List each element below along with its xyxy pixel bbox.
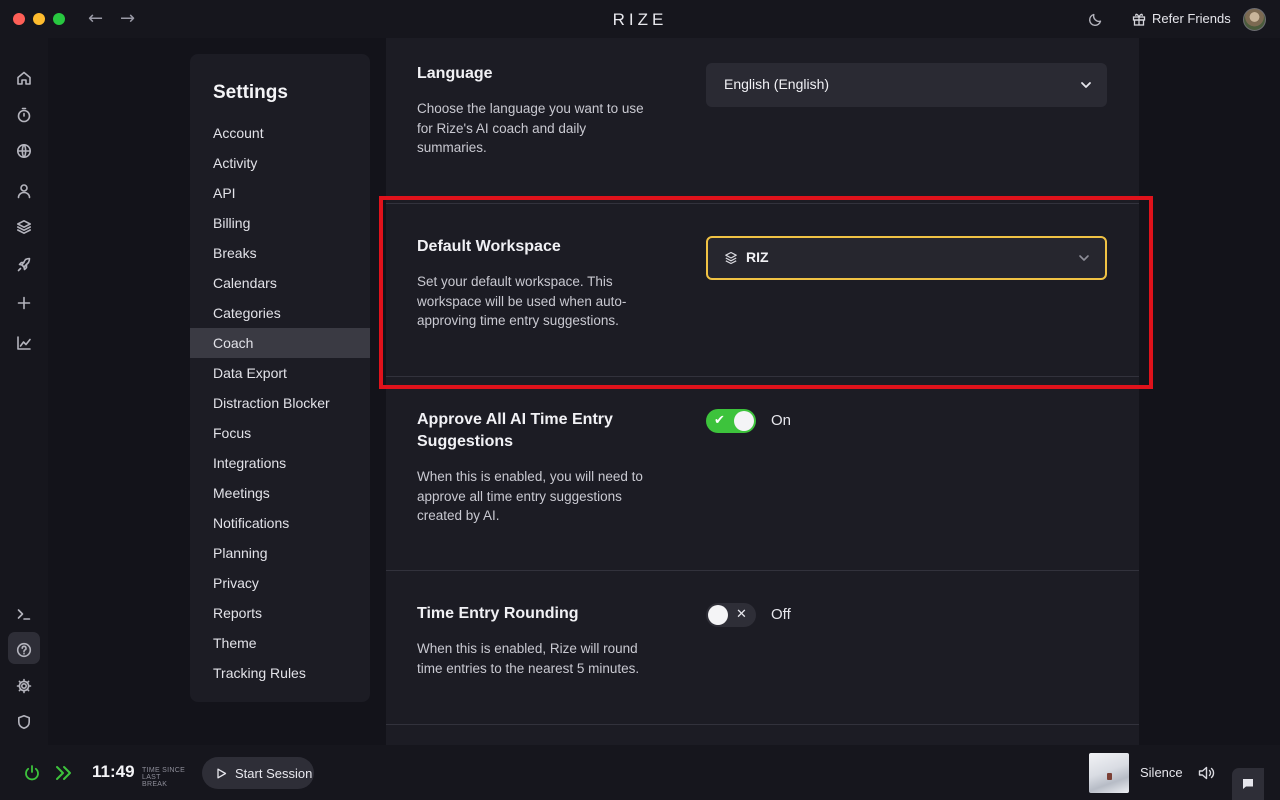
approve-ai-toggle[interactable]: ✔	[706, 409, 756, 433]
settings-item-coach[interactable]: Coach	[190, 328, 370, 358]
language-description: Choose the language you want to use for …	[417, 101, 644, 155]
start-session-label: Start Session	[235, 765, 313, 781]
time-since-break: 11:49	[92, 762, 135, 781]
settings-item-data-export[interactable]: Data Export	[190, 358, 370, 388]
settings-item-integrations[interactable]: Integrations	[190, 448, 370, 478]
moon-icon[interactable]	[1088, 11, 1104, 27]
chat-button[interactable]	[1232, 768, 1264, 800]
settings-item-breaks[interactable]: Breaks	[190, 238, 370, 268]
settings-item-meetings[interactable]: Meetings	[190, 478, 370, 508]
toggle-knob	[708, 605, 728, 625]
timer-icon[interactable]	[14, 105, 34, 125]
power-icon[interactable]	[23, 764, 41, 782]
approve-ai-description: When this is enabled, you will need to a…	[417, 469, 643, 523]
rounding-title: Time Entry Rounding	[417, 605, 579, 622]
avatar[interactable]	[1243, 8, 1266, 31]
settings-item-theme[interactable]: Theme	[190, 628, 370, 658]
shield-icon[interactable]	[14, 712, 34, 732]
time-caption: TIME SINCE LAST BREAK	[142, 767, 188, 788]
settings-item-account[interactable]: Account	[190, 118, 370, 148]
settings-item-reports[interactable]: Reports	[190, 598, 370, 628]
language-select-value: English (English)	[724, 76, 830, 92]
settings-item-api[interactable]: API	[190, 178, 370, 208]
home-icon[interactable]	[14, 68, 34, 88]
soundscape-thumbnail[interactable]	[1089, 753, 1129, 793]
approve-ai-title: Approve All AI Time Entry Suggestions	[417, 411, 613, 450]
terminal-icon[interactable]	[14, 604, 34, 624]
chevron-down-icon	[1081, 82, 1091, 88]
settings-item-notifications[interactable]: Notifications	[190, 508, 370, 538]
time-caption-line-2: LAST BREAK	[142, 774, 168, 788]
settings-item-billing[interactable]: Billing	[190, 208, 370, 238]
check-icon: ✔	[714, 412, 725, 427]
section-divider	[386, 570, 1139, 571]
highlight-box	[379, 196, 1153, 389]
settings-item-calendars[interactable]: Calendars	[190, 268, 370, 298]
settings-item-activity[interactable]: Activity	[190, 148, 370, 178]
gear-icon[interactable]	[14, 676, 34, 696]
bottom-bar	[0, 745, 1280, 800]
refer-friends-button[interactable]: Refer Friends	[1132, 11, 1231, 26]
rounding-description: When this is enabled, Rize will round ti…	[417, 641, 640, 676]
settings-item-focus[interactable]: Focus	[190, 418, 370, 448]
refer-friends-label: Refer Friends	[1152, 11, 1231, 26]
language-select[interactable]: English (English)	[706, 63, 1107, 107]
help-icon[interactable]	[14, 640, 34, 660]
gift-icon	[1132, 13, 1146, 26]
start-session-button[interactable]: Start Session	[202, 757, 314, 789]
rounding-toggle[interactable]: ✕	[706, 603, 756, 627]
speaker-icon[interactable]	[1197, 764, 1215, 782]
play-icon	[217, 768, 227, 778]
language-title: Language	[417, 65, 493, 82]
time-caption-line-1: TIME SINCE	[142, 767, 186, 774]
settings-item-distraction-blocker[interactable]: Distraction Blocker	[190, 388, 370, 418]
sound-label: Silence	[1140, 765, 1183, 780]
layers-icon[interactable]	[14, 217, 34, 237]
settings-item-planning[interactable]: Planning	[190, 538, 370, 568]
settings-item-categories[interactable]: Categories	[190, 298, 370, 328]
user-icon[interactable]	[14, 181, 34, 201]
rounding-state-label: Off	[771, 606, 791, 623]
rocket-icon[interactable]	[14, 255, 34, 275]
settings-title: Settings	[213, 82, 288, 103]
fast-forward-icon[interactable]	[54, 764, 74, 782]
globe-icon[interactable]	[14, 141, 34, 161]
approve-ai-state-label: On	[771, 412, 792, 429]
chat-icon	[1243, 779, 1253, 789]
chart-icon[interactable]	[14, 333, 34, 353]
settings-item-privacy[interactable]: Privacy	[190, 568, 370, 598]
section-divider	[386, 724, 1139, 725]
plus-icon[interactable]	[14, 293, 34, 313]
toggle-knob	[734, 411, 754, 431]
close-icon: ✕	[736, 606, 747, 621]
settings-item-tracking-rules[interactable]: Tracking Rules	[190, 658, 370, 688]
